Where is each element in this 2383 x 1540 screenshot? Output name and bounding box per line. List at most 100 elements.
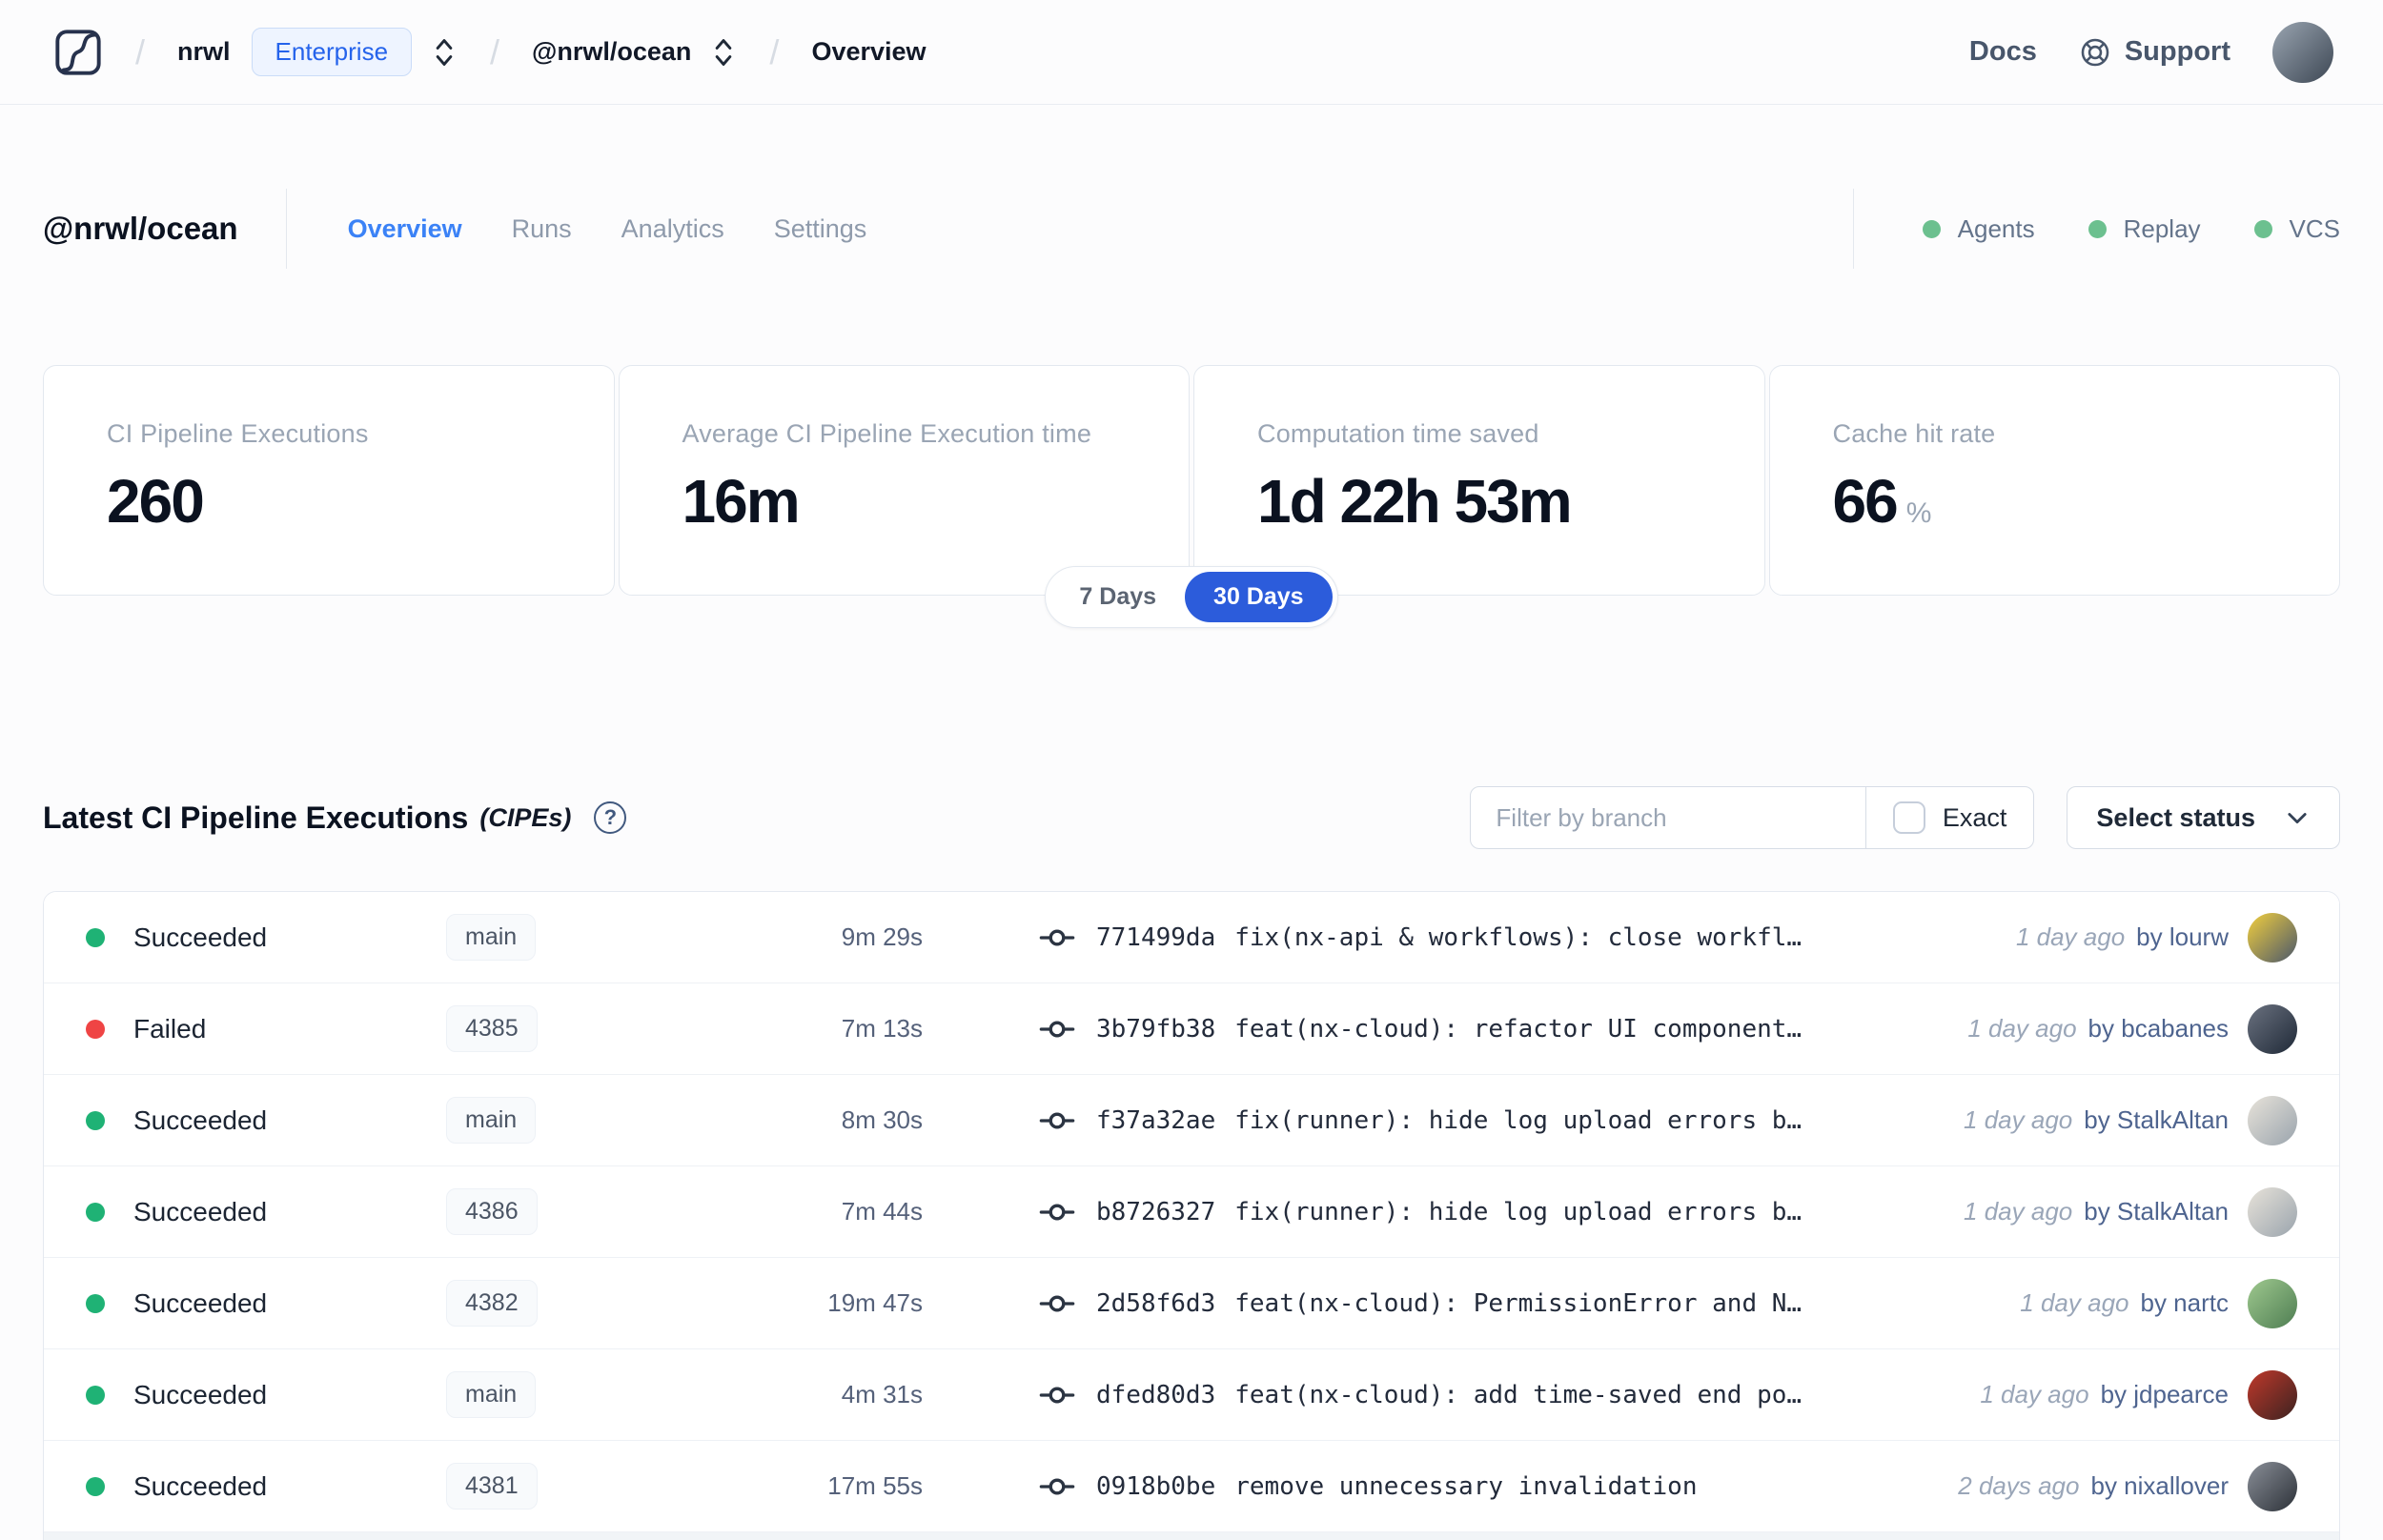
env-agents: Agents — [1922, 214, 2035, 244]
branch-cell: main — [446, 1371, 637, 1418]
stat-value: 260 — [107, 467, 205, 536]
stat-value: 1d 22h 53m — [1257, 467, 1573, 536]
range-30-days[interactable]: 30 Days — [1185, 572, 1333, 622]
workspace-selector-chevrons-icon[interactable] — [710, 36, 737, 69]
branch-badge: 4381 — [446, 1463, 538, 1510]
enterprise-badge[interactable]: Enterprise — [251, 28, 413, 76]
cipe-duration: 17m 55s — [827, 1471, 923, 1500]
git-commit-icon — [1039, 1469, 1075, 1505]
workspace-header: @nrwl/ocean Overview Runs Analytics Sett… — [43, 189, 2340, 269]
commit-message: fix(runner): hide log upload errors b… — [1234, 1105, 1803, 1135]
commit-cell: dfed80d3 feat(nx-cloud): add time-saved e… — [1039, 1377, 1802, 1413]
branch-badge: 4382 — [446, 1280, 538, 1327]
author-avatar — [2248, 1186, 2297, 1237]
docs-link[interactable]: Docs — [1969, 36, 2037, 68]
range-7-days[interactable]: 7 Days — [1050, 572, 1185, 622]
commit-cell: 0918b0be remove unnecessary invalidation — [1039, 1469, 1698, 1505]
breadcrumb-page: Overview — [811, 37, 927, 66]
cipe-status-label: Succeeded — [133, 1379, 268, 1409]
commit-hash: 0918b0be — [1096, 1471, 1216, 1501]
branch-cell: 4386 — [446, 1188, 637, 1235]
commit-cell: f37a32ae fix(runner): hide log upload err… — [1039, 1103, 1802, 1139]
branch-badge: main — [446, 1097, 537, 1144]
cipe-status-dot-icon — [86, 1110, 105, 1130]
page-title: @nrwl/ocean — [43, 211, 238, 246]
branch-badge: 4385 — [446, 1005, 538, 1052]
author-avatar — [2248, 1461, 2297, 1511]
cipe-row[interactable]: Succeeded main 8m 30s f37a32ae fix(runner… — [44, 1075, 2339, 1166]
cipe-time-ago: 1 day ago — [1964, 1197, 2073, 1226]
commit-hash: b8726327 — [1096, 1197, 1216, 1226]
stat-card-cache-hit: Cache hit rate 66% — [1768, 365, 2340, 596]
branch-badge: main — [446, 914, 537, 961]
help-icon[interactable]: ? — [594, 801, 627, 834]
commit-message: feat(nx-cloud): PermissionError and N… — [1234, 1288, 1803, 1318]
env-status-indicators: Agents Replay VCS — [1852, 189, 2340, 269]
author-avatar — [2248, 1369, 2297, 1420]
cipe-row[interactable]: Succeeded main 9m 29s 771499da fix(nx-api… — [44, 892, 2339, 983]
branch-cell: 4381 — [446, 1463, 637, 1510]
stat-value: 66 — [1832, 467, 1899, 536]
date-range-toggle: 7 Days 30 Days — [1045, 566, 1338, 628]
tab-settings[interactable]: Settings — [774, 214, 867, 244]
cipe-row[interactable]: Succeeded 4381 17m 55s 0918b0be remove un… — [44, 1441, 2339, 1532]
commit-message: feat(nx-cloud): refactor UI component… — [1234, 1014, 1803, 1044]
author-avatar — [2248, 1095, 2297, 1145]
cipe-time-ago: 1 day ago — [1980, 1380, 2089, 1408]
branch-badge: 4386 — [446, 1188, 538, 1235]
cipe-author: by StalkAltan — [2084, 1197, 2229, 1226]
cipe-row[interactable]: Succeeded main 4m 31s dfed80d3 feat(nx-cl… — [44, 1349, 2339, 1441]
branch-filter-group: Exact — [1470, 786, 2035, 849]
status-select-dropdown[interactable]: Select status — [2067, 786, 2340, 849]
cipe-duration: 8m 30s — [841, 1105, 923, 1134]
cipe-duration: 19m 47s — [827, 1288, 923, 1317]
breadcrumb-workspace[interactable]: @nrwl/ocean — [532, 37, 691, 67]
cipe-meta: 1 day ago by jdpearce — [1980, 1369, 2297, 1420]
cipe-time-ago: 1 day ago — [1967, 1014, 2077, 1043]
git-commit-icon — [1039, 1011, 1075, 1047]
cipe-time-ago: 1 day ago — [2020, 1288, 2129, 1317]
cipe-time-ago: 1 day ago — [1964, 1105, 2073, 1134]
next-row-partial — [44, 1532, 2339, 1540]
cipe-row[interactable]: Failed 4385 7m 13s 3b79fb38 feat(nx-cloud… — [44, 983, 2339, 1075]
cipe-row[interactable]: Succeeded 4382 19m 47s 2d58f6d3 feat(nx-c… — [44, 1258, 2339, 1349]
exact-label: Exact — [1942, 802, 2007, 832]
cipe-status-dot-icon — [86, 1385, 105, 1405]
stat-card-time-saved: Computation time saved 1d 22h 53m — [1193, 365, 1765, 596]
branch-filter-input[interactable] — [1471, 787, 1865, 848]
cipe-status-label: Succeeded — [133, 922, 268, 952]
support-link[interactable]: Support — [2079, 36, 2230, 69]
branch-cell: 4385 — [446, 1005, 637, 1052]
tab-analytics[interactable]: Analytics — [621, 214, 724, 244]
commit-hash: 771499da — [1096, 922, 1216, 952]
cipe-row[interactable]: Succeeded 4386 7m 44s b8726327 fix(runner… — [44, 1166, 2339, 1258]
commit-message: remove unnecessary invalidation — [1234, 1471, 1698, 1501]
cipe-status-label: Succeeded — [133, 1196, 268, 1226]
env-replay: Replay — [2088, 214, 2201, 244]
stat-card-cipe-count: CI Pipeline Executions 260 — [43, 365, 615, 596]
cipe-duration: 9m 29s — [841, 922, 923, 951]
breadcrumb-org[interactable]: nrwl — [177, 37, 231, 67]
branch-badge: main — [446, 1371, 537, 1418]
cipe-filters: Exact Select status — [1470, 786, 2340, 849]
commit-hash: dfed80d3 — [1096, 1380, 1216, 1409]
cipe-duration: 4m 31s — [841, 1380, 923, 1408]
exact-checkbox[interactable] — [1892, 801, 1925, 834]
author-avatar — [2248, 912, 2297, 962]
cipe-author: by nixallover — [2090, 1471, 2229, 1500]
green-status-dot-icon — [1922, 219, 1941, 238]
tab-overview[interactable]: Overview — [348, 214, 462, 244]
cipe-author: by StalkAltan — [2084, 1105, 2229, 1134]
cipe-meta: 1 day ago by nartc — [2020, 1278, 2297, 1328]
cipe-table-body: Succeeded main 9m 29s 771499da fix(nx-api… — [44, 892, 2339, 1532]
org-selector-chevrons-icon[interactable] — [431, 36, 458, 69]
env-vcs: VCS — [2253, 214, 2340, 244]
green-status-dot-icon — [2088, 219, 2107, 238]
breadcrumb-separator: / — [135, 31, 146, 71]
tab-runs[interactable]: Runs — [512, 214, 572, 244]
nx-cloud-logo-icon[interactable] — [53, 28, 103, 77]
cipe-status-label: Succeeded — [133, 1104, 268, 1135]
user-avatar[interactable] — [2272, 21, 2333, 83]
cipe-time-ago: 2 days ago — [1958, 1471, 2080, 1500]
cipe-status-label: Succeeded — [133, 1470, 268, 1501]
